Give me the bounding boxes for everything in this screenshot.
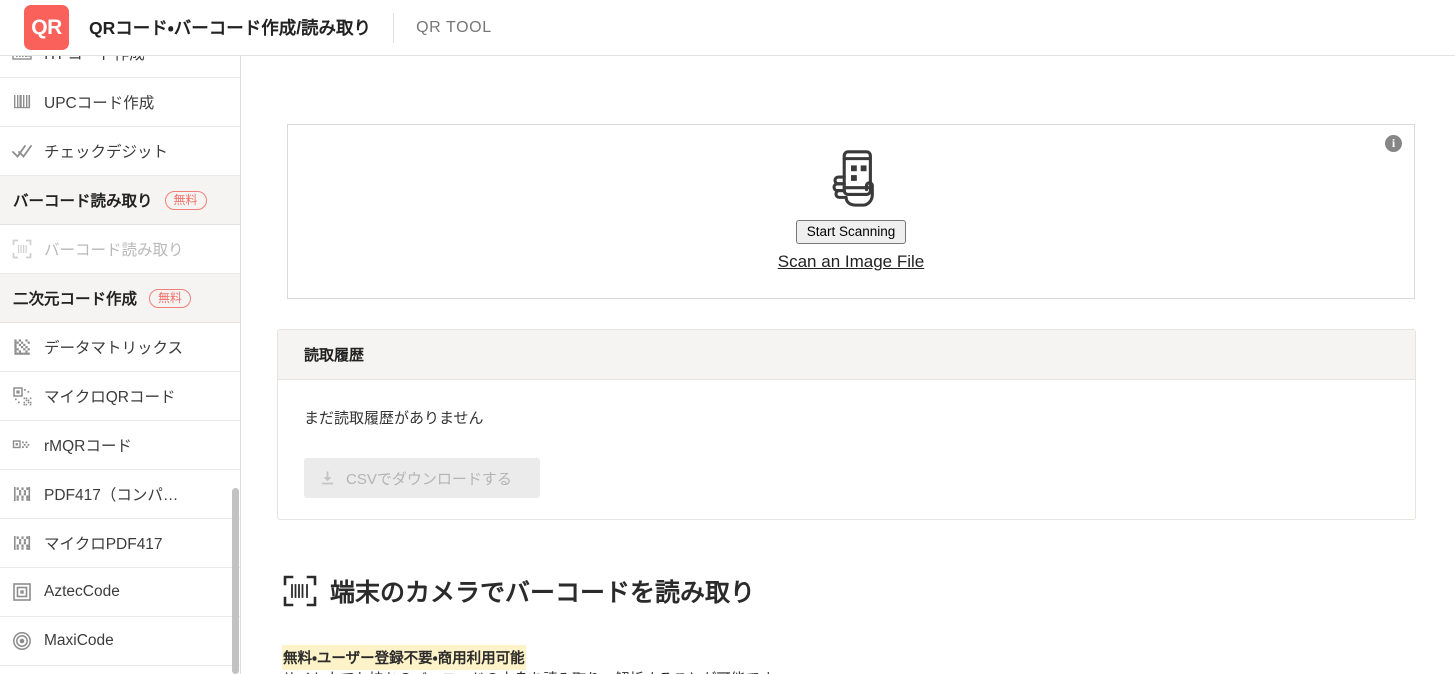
micro-qr-icon (0, 386, 44, 406)
sidebar-item-label: UPCコード作成 (44, 95, 155, 112)
sidebar-section-header: 二次元コード作成 無料 (0, 274, 240, 323)
sidebar-item-upc-barcode[interactable]: UPCコード作成 (0, 78, 240, 127)
download-csv-button[interactable]: CSVでダウンロードする (304, 458, 540, 498)
sidebar-item-datamatrix[interactable]: データマトリックス (0, 323, 240, 372)
camera-scan-heading-text: 端末のカメラでバーコードを読み取り (330, 579, 756, 607)
sidebar-scrollbar-thumb[interactable] (232, 488, 239, 674)
sidebar-item-aztec[interactable]: AztecCode (0, 568, 240, 617)
barcode-scan-frame-icon (283, 574, 317, 608)
promo-highlight-text: 無料・ユーザー登録不要・商用利用可能 (282, 645, 526, 670)
app-header: QR QRコード・バーコード作成/読み取り QR TOOL (0, 0, 1455, 56)
barcode-scan-icon (0, 239, 44, 259)
header-divider (393, 12, 395, 43)
free-badge: 無料 (164, 190, 207, 210)
qr-logo-icon[interactable]: QR (24, 5, 69, 50)
sidebar-item-rmqr[interactable]: rMQRコード (0, 421, 240, 470)
check-digit-icon (0, 141, 44, 161)
scan-history-header: 読取履歴 (278, 330, 1415, 380)
sidebar-item-label: ITFコード作成 (44, 56, 145, 64)
scan-history-card: 読取履歴 まだ読取履歴がありません CSVでダウンロードする (277, 329, 1416, 520)
sidebar-section-header: バーコード読み取り 無料 (0, 176, 240, 225)
itf-barcode-icon (0, 56, 44, 63)
rmqr-icon (0, 435, 44, 455)
maxicode-icon (0, 631, 44, 651)
sidebar-list: ITFコード作成UPCコード作成チェックデジットバーコード読み取り無料バーコード… (0, 56, 240, 666)
camera-scan-section-heading: 端末のカメラでバーコードを読み取り (283, 573, 755, 609)
scan-image-file-link[interactable]: Scan an Image File (778, 252, 924, 272)
sidebar-section-title: バーコード読み取り (13, 193, 153, 210)
sidebar-item-label: バーコード読み取り (44, 242, 184, 259)
page-title: QRコード・バーコード作成/読み取り (89, 18, 372, 38)
scanner-controls: Start Scanning Scan an Image File (288, 147, 1414, 272)
sidebar-item-label: データマトリックス (44, 340, 184, 357)
sidebar-item-check-digit[interactable]: チェックデジット (0, 127, 240, 176)
sidebar-item-micro-qr[interactable]: マイクロQRコード (0, 372, 240, 421)
sidebar-item-itf-barcode[interactable]: ITFコード作成 (0, 56, 240, 78)
aztec-icon (0, 582, 44, 602)
scan-history-empty-text: まだ読取履歴がありません (304, 410, 484, 427)
sidebar-item-pdf417[interactable]: PDF417（コンパ… (0, 470, 240, 519)
sidebar-item-label: rMQRコード (44, 438, 132, 455)
sidebar: ITFコード作成UPCコード作成チェックデジットバーコード読み取り無料バーコード… (0, 56, 241, 674)
datamatrix-icon (0, 337, 44, 357)
sidebar-item-label: MaxiCode (44, 632, 114, 649)
header-subtitle: QR TOOL (416, 18, 492, 36)
sidebar-item-label: マイクロPDF417 (44, 536, 163, 553)
sidebar-item-label: マイクロQRコード (44, 389, 176, 406)
sidebar-scrollbar[interactable] (231, 56, 240, 674)
download-csv-label: CSVでダウンロードする (346, 470, 512, 488)
sidebar-item-label: PDF417（コンパ… (44, 487, 179, 504)
sidebar-item-barcode-scan: バーコード読み取り (0, 225, 240, 274)
sidebar-item-micro-pdf417[interactable]: マイクロPDF417 (0, 519, 240, 568)
free-badge: 無料 (149, 288, 192, 308)
download-icon (320, 470, 335, 486)
promo-body-text: サイト上でお持ちのバーコードの中身を読み取り、解析することが可能です (282, 668, 774, 674)
hand-holding-phone-icon (820, 147, 882, 209)
upc-barcode-icon (0, 92, 44, 112)
start-scanning-button[interactable]: Start Scanning (795, 220, 907, 244)
main-content: i Start Scanning Scan an Image File 読取履歴… (241, 56, 1455, 674)
scan-history-title: 読取履歴 (304, 347, 365, 364)
pdf417-icon (0, 484, 44, 504)
micro-pdf417-icon (0, 533, 44, 553)
sidebar-section-title: 二次元コード作成 (13, 291, 138, 308)
sidebar-item-maxicode[interactable]: MaxiCode (0, 617, 240, 666)
sidebar-item-label: チェックデジット (44, 144, 169, 161)
sidebar-item-label: AztecCode (44, 583, 120, 600)
scanner-panel: i Start Scanning Scan an Image File (287, 124, 1415, 299)
